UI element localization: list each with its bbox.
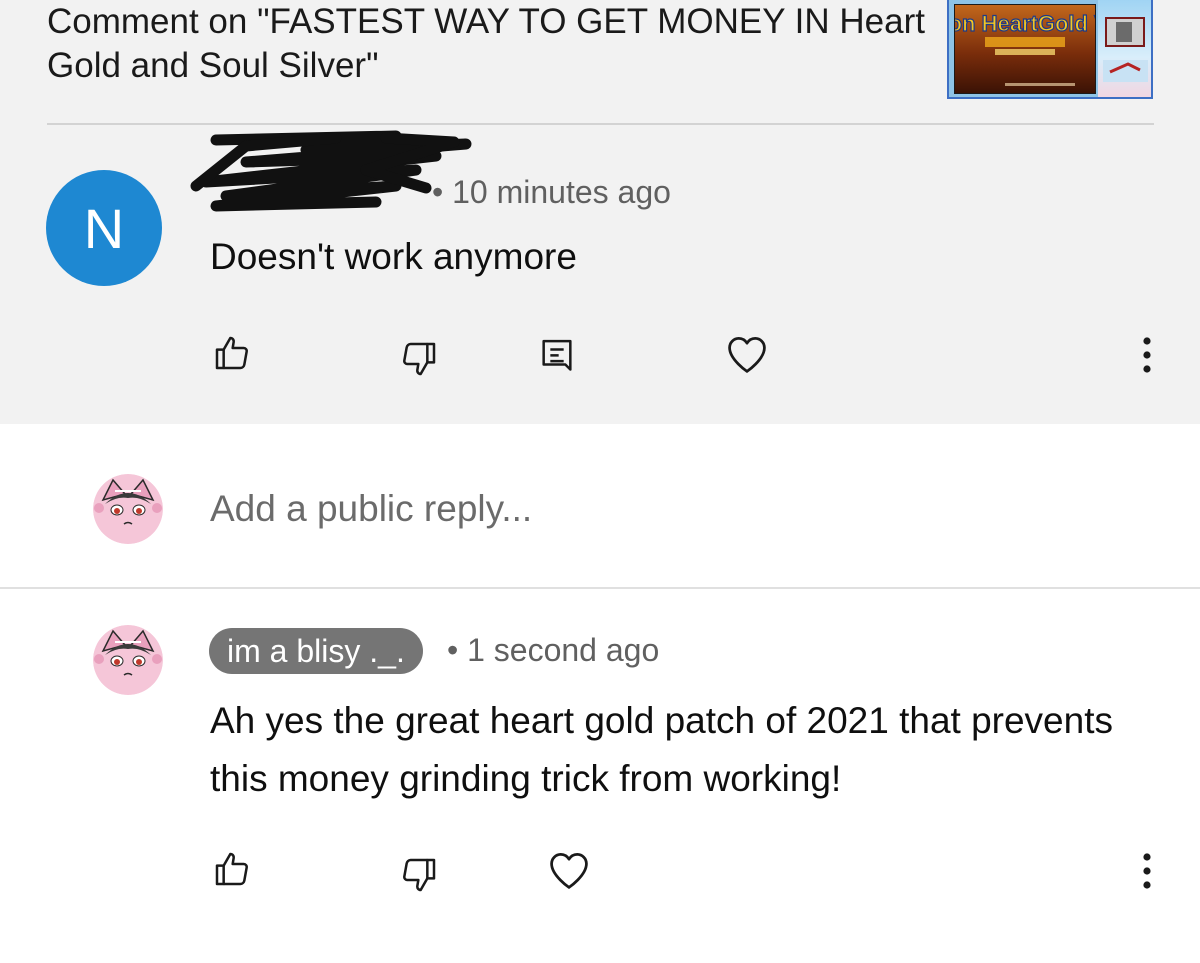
reply-dislike-button[interactable]: [394, 852, 444, 898]
more-vertical-icon: [1143, 337, 1151, 373]
more-vertical-icon: [1143, 853, 1151, 889]
comment-text: Doesn't work anymore: [210, 236, 577, 277]
reply-timestamp: • 1 second ago: [447, 632, 660, 668]
header-divider: [47, 123, 1154, 125]
anime-girl-avatar-icon: [93, 474, 163, 544]
thumbnail-logo-word: Pokémon HeartGold Version: [955, 11, 1095, 36]
dislike-button[interactable]: [394, 336, 444, 382]
reply-author-avatar[interactable]: [93, 625, 163, 695]
thumb-up-icon: [215, 852, 248, 886]
reply-text: Ah yes the great heart gold patch of 202…: [210, 700, 1113, 799]
reply-comment-icon: [542, 339, 572, 371]
more-options-button[interactable]: [1132, 334, 1162, 376]
heart-button[interactable]: [722, 330, 772, 378]
comment-timestamp: • 10 minutes ago: [432, 174, 671, 210]
reply-divider: [0, 587, 1200, 589]
reply-more-options-button[interactable]: [1132, 850, 1162, 892]
page-title: Comment on "FASTEST WAY TO GET MONEY IN …: [47, 2, 925, 85]
current-user-avatar: [93, 474, 163, 544]
video-thumbnail-side: [1098, 0, 1151, 97]
video-thumbnail[interactable]: Pokémon HeartGold Version: [947, 0, 1153, 99]
reply-like-button[interactable]: [207, 846, 257, 892]
reply-input[interactable]: Add a public reply...: [210, 486, 532, 532]
thumb-down-icon: [403, 858, 436, 892]
reply-button[interactable]: [534, 334, 580, 380]
like-button[interactable]: [207, 330, 257, 376]
heart-icon: [550, 853, 588, 889]
reply-author-name[interactable]: im a blisy ._.: [209, 628, 423, 674]
thumb-up-icon: [215, 336, 248, 370]
thumb-down-icon: [403, 342, 436, 376]
anime-girl-avatar-icon: [93, 625, 163, 695]
heart-icon: [728, 337, 766, 373]
reply-heart-button[interactable]: [544, 846, 594, 894]
video-thumbnail-main: Pokémon HeartGold Version: [949, 4, 1151, 94]
commenter-avatar[interactable]: N: [46, 170, 162, 286]
